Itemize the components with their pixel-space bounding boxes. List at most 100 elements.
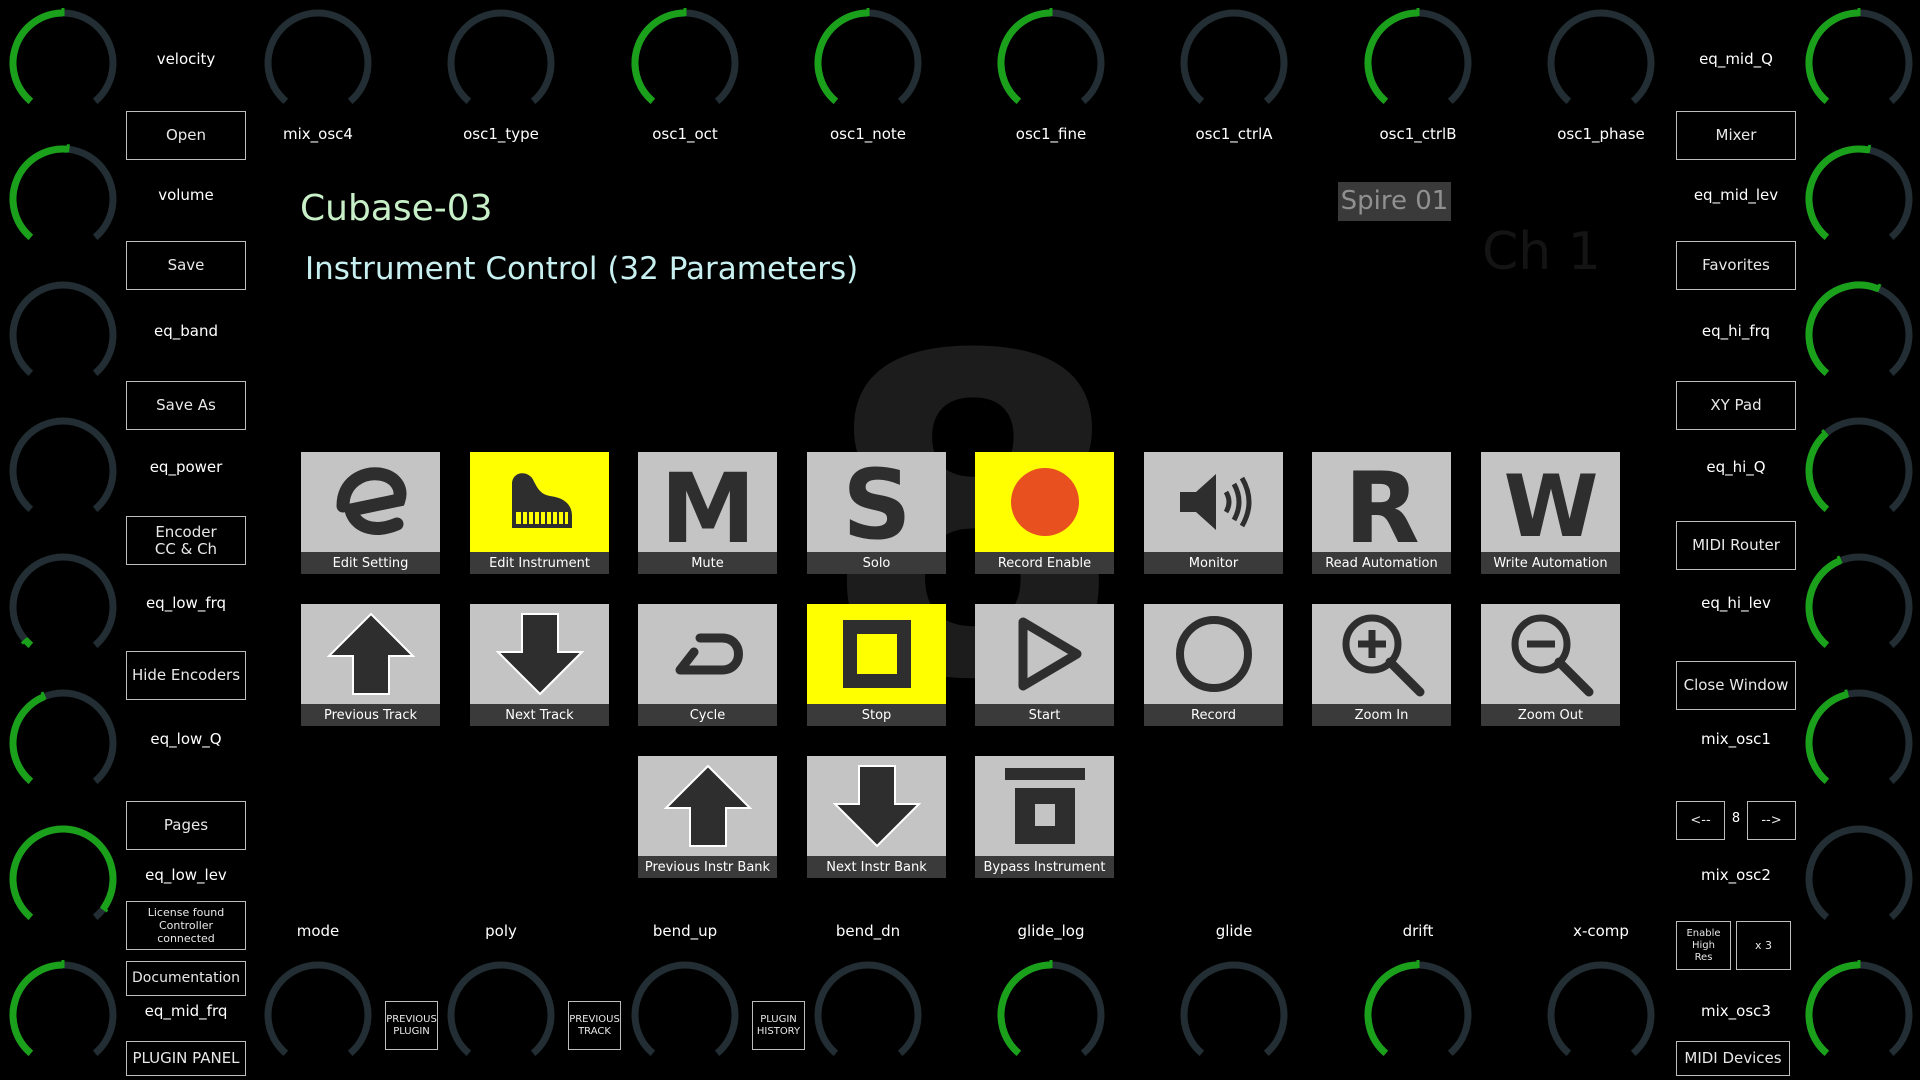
page-subtitle: Instrument Control (32 Parameters) (305, 251, 859, 287)
pad-next-track[interactable]: Next Track (470, 604, 609, 726)
knob-bottom-9[interactable] (1538, 952, 1664, 1078)
speaker-icon (1144, 452, 1283, 552)
save-as-button[interactable]: Save As (126, 381, 246, 430)
pad-mute[interactable]: M Mute (638, 452, 777, 574)
midi-devices-button[interactable]: MIDI Devices (1676, 1041, 1790, 1076)
hide-encoders-button[interactable]: Hide Encoders (126, 651, 246, 700)
pad-cycle[interactable]: Cycle (638, 604, 777, 726)
multiplier-button[interactable]: x 3 (1736, 921, 1791, 970)
knob-bottom-6[interactable] (988, 952, 1114, 1078)
knob-top-1[interactable] (0, 0, 126, 126)
plugin-history-button[interactable]: PLUGIN HISTORY (752, 1001, 805, 1050)
mixer-button[interactable]: Mixer (1676, 111, 1796, 160)
xy-pad-button[interactable]: XY Pad (1676, 381, 1796, 430)
param-label-bottom-2: poly (485, 922, 517, 940)
open-button[interactable]: Open (126, 111, 246, 160)
knob-left-6[interactable] (0, 816, 126, 942)
param-label-right-7: mix_osc2 (1701, 866, 1771, 884)
knob-right-6[interactable] (1796, 816, 1920, 942)
param-label-bottom-3: bend_up (652, 922, 718, 940)
param-label-left-2: volume (158, 186, 214, 204)
knob-top-3[interactable] (438, 0, 564, 126)
knob-right-1[interactable] (1796, 136, 1920, 262)
prev-page-button[interactable]: <-- (1676, 801, 1725, 840)
knob-bottom-5[interactable] (805, 952, 931, 1078)
pad-zoom-in[interactable]: Zoom In (1312, 604, 1451, 726)
pad-write-automation[interactable]: W Write Automation (1481, 452, 1620, 574)
knob-right-4[interactable] (1796, 544, 1920, 670)
pad-label: Bypass Instrument (975, 856, 1114, 878)
pad-monitor[interactable]: Monitor (1144, 452, 1283, 574)
knob-top-5[interactable] (805, 0, 931, 126)
param-label-right-4: eq_hi_Q (1706, 458, 1766, 476)
pad-read-automation[interactable]: R Read Automation (1312, 452, 1451, 574)
encoder-cc-ch-button[interactable]: Encoder CC & Ch (126, 516, 246, 565)
knob-top-8[interactable] (1355, 0, 1481, 126)
documentation-button[interactable]: Documentation (126, 961, 246, 996)
cycle-icon (638, 604, 777, 704)
pages-button[interactable]: Pages (126, 801, 246, 850)
pad-edit-setting[interactable]: Edit Setting (301, 452, 440, 574)
knob-bottom-8[interactable] (1355, 952, 1481, 1078)
knob-left-2[interactable] (0, 272, 126, 398)
param-label-left-7: eq_low_lev (145, 866, 227, 884)
zoom-in-icon (1312, 604, 1451, 704)
knob-top-9[interactable] (1538, 0, 1664, 126)
pad-bypass-instrument[interactable]: Bypass Instrument (975, 756, 1114, 878)
param-label-bottom-6: glide (1215, 922, 1253, 940)
knob-left-1[interactable] (0, 136, 126, 262)
enable-high-res-button[interactable]: Enable High Res (1676, 921, 1731, 970)
param-label-left-1: velocity (156, 50, 216, 68)
knob-bottom-1[interactable] (0, 952, 126, 1078)
param-label-left-6: eq_low_Q (150, 730, 222, 748)
pad-start[interactable]: Start (975, 604, 1114, 726)
knob-right-2[interactable] (1796, 272, 1920, 398)
knob-bottom-3[interactable] (438, 952, 564, 1078)
pad-zoom-out[interactable]: Zoom Out (1481, 604, 1620, 726)
close-window-button[interactable]: Close Window (1676, 661, 1796, 710)
knob-bottom-2[interactable] (255, 952, 381, 1078)
midi-router-button[interactable]: MIDI Router (1676, 521, 1796, 570)
svg-text:R: R (1344, 454, 1419, 550)
knob-left-4[interactable] (0, 544, 126, 670)
arrow-down-icon (470, 604, 609, 704)
knob-left-3[interactable] (0, 408, 126, 534)
knob-top-10[interactable] (1796, 0, 1920, 126)
previous-track-button[interactable]: PREVIOUS TRACK (568, 1001, 621, 1050)
knob-top-4[interactable] (622, 0, 748, 126)
pad-previous-track[interactable]: Previous Track (301, 604, 440, 726)
knob-left-5[interactable] (0, 680, 126, 806)
arrow-up-icon (638, 756, 777, 856)
pad-record-enable[interactable]: Record Enable (975, 452, 1114, 574)
knob-right-3[interactable] (1796, 408, 1920, 534)
pad-solo[interactable]: S Solo (807, 452, 946, 574)
pad-label: Previous Track (301, 704, 440, 726)
param-label-top-2: osc1_type (463, 125, 539, 143)
knob-top-2[interactable] (255, 0, 381, 126)
knob-top-7[interactable] (1171, 0, 1297, 126)
param-label-right-2: eq_mid_lev (1693, 186, 1779, 204)
knob-bottom-10[interactable] (1796, 952, 1920, 1078)
knob-right-5[interactable] (1796, 680, 1920, 806)
pad-record[interactable]: Record (1144, 604, 1283, 726)
pad-stop[interactable]: Stop (807, 604, 946, 726)
favorites-button[interactable]: Favorites (1676, 241, 1796, 290)
next-page-button[interactable]: --> (1747, 801, 1796, 840)
pad-label: Mute (638, 552, 777, 574)
param-label-top-6: osc1_ctrlA (1195, 125, 1273, 143)
pad-label: Zoom In (1312, 704, 1451, 726)
pad-label: Record Enable (975, 552, 1114, 574)
knob-bottom-7[interactable] (1171, 952, 1297, 1078)
play-icon (975, 604, 1114, 704)
pad-label: Read Automation (1312, 552, 1451, 574)
save-button[interactable]: Save (126, 241, 246, 290)
plugin-panel-button[interactable]: PLUGIN PANEL (126, 1041, 246, 1076)
svg-text:M: M (660, 454, 756, 550)
pad-next-instr-bank[interactable]: Next Instr Bank (807, 756, 946, 878)
knob-top-6[interactable] (988, 0, 1114, 126)
pad-previous-instr-bank[interactable]: Previous Instr Bank (638, 756, 777, 878)
pad-edit-instrument[interactable]: Edit Instrument (470, 452, 609, 574)
previous-plugin-button[interactable]: PREVIOUS PLUGIN (385, 1001, 438, 1050)
knob-bottom-4[interactable] (622, 952, 748, 1078)
pad-label: Zoom Out (1481, 704, 1620, 726)
